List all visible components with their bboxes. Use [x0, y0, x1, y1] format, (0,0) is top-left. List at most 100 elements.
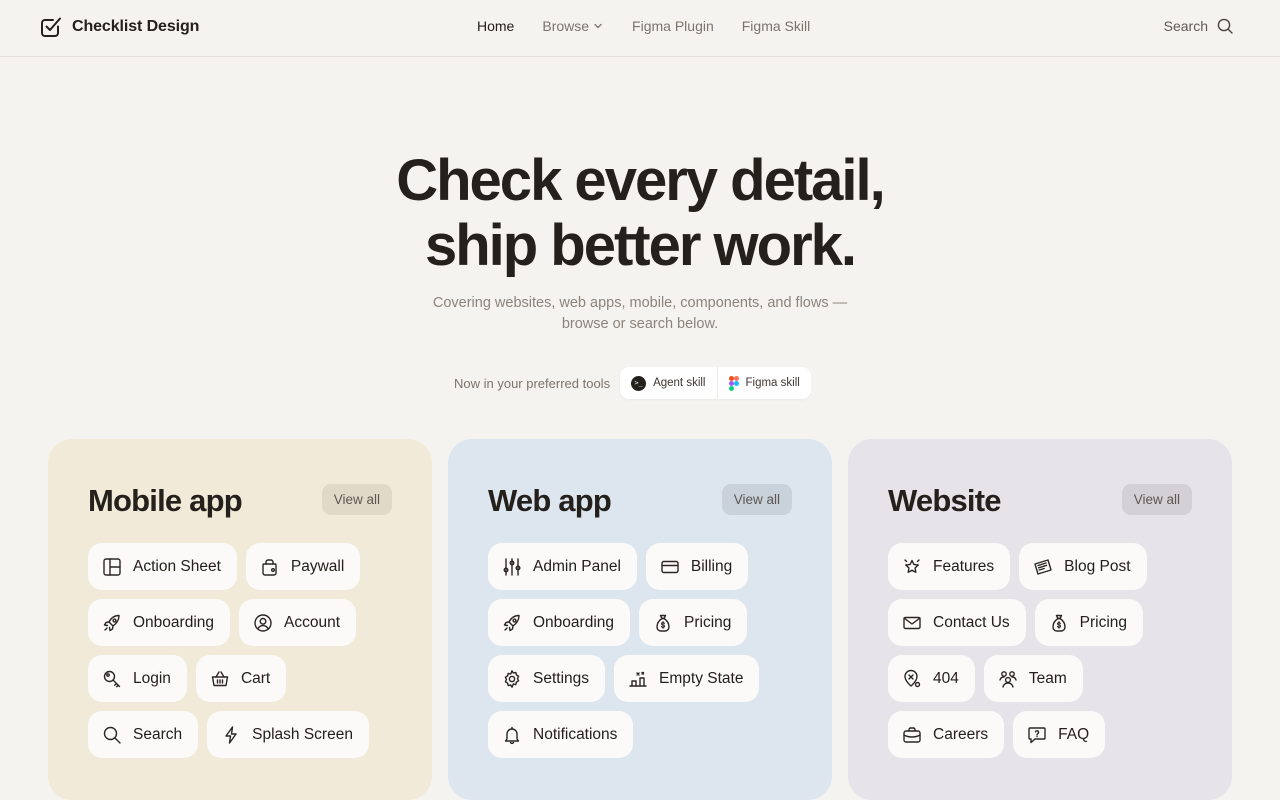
chip-team[interactable]: Team: [983, 655, 1083, 702]
card-title: Website: [888, 483, 1002, 518]
blog-icon: [1034, 558, 1052, 575]
account-icon: [254, 613, 272, 632]
chip-label: Contact Us: [933, 613, 1010, 631]
chip-empty-state[interactable]: Empty State: [614, 655, 760, 702]
basket-icon: [211, 670, 229, 686]
chip-label: Action Sheet: [133, 557, 221, 575]
mail-icon: [903, 616, 921, 629]
chip-cart[interactable]: Cart: [195, 655, 287, 702]
agent-skill-label: Agent skill: [653, 377, 706, 389]
nav-figma-skill[interactable]: Figma Skill: [742, 18, 810, 34]
view-all-button[interactable]: View all: [721, 484, 792, 515]
hero-subtitle-line-2: browse or search below.: [561, 316, 719, 332]
nav-figma-plugin[interactable]: Figma Plugin: [632, 18, 714, 34]
brand-name: Checklist Design: [72, 18, 200, 35]
chip-label: Empty State: [659, 669, 744, 687]
agent-skill-button[interactable]: >_ Agent skill: [620, 367, 716, 399]
chip-notifications[interactable]: Notifications: [488, 711, 634, 758]
card-title: Web app: [488, 483, 612, 518]
empty-state-icon: [629, 671, 647, 687]
faq-icon: [1028, 726, 1046, 743]
chip-list: Admin Panel Billing Onboarding Pricing S…: [488, 543, 798, 758]
chip-label: Pricing: [684, 613, 732, 631]
chip-pricing[interactable]: Pricing: [1034, 599, 1144, 646]
chip-label: Team: [1028, 669, 1067, 687]
chip-label: Notifications: [533, 725, 618, 743]
hero-title-line-1: Check every detail,: [396, 148, 886, 213]
hero-title-line-2: ship better work.: [424, 213, 857, 278]
figma-skill-button[interactable]: Figma skill: [716, 367, 811, 399]
nav-home[interactable]: Home: [477, 18, 514, 34]
chip-features[interactable]: Features: [888, 543, 1011, 590]
tools-row: Now in your preferred tools >_ Agent ski…: [454, 367, 811, 399]
chip-paywall[interactable]: Paywall: [245, 543, 361, 590]
chip-label: 404: [933, 669, 959, 687]
chip-label: Pricing: [1079, 613, 1128, 631]
card-icon: [661, 560, 679, 573]
chip-search[interactable]: Search: [88, 711, 199, 758]
chip-label: Search: [133, 725, 183, 743]
map-pin-icon: [904, 669, 921, 687]
figma-skill-label: Figma skill: [745, 377, 800, 389]
mobile-app-card: Mobile app View all Action Sheet Paywall…: [48, 439, 432, 800]
chip-label: Paywall: [290, 557, 345, 575]
chip-faq[interactable]: FAQ: [1013, 711, 1106, 758]
chip-settings[interactable]: Settings: [488, 655, 606, 702]
chip-login[interactable]: Login: [88, 655, 187, 702]
figma-icon: [728, 375, 739, 391]
nav-browse-label: Browse: [542, 18, 590, 34]
money-bag-icon: [656, 614, 670, 632]
search-button[interactable]: Search: [1164, 17, 1234, 35]
chip-label: Features: [933, 557, 995, 575]
chip-action-sheet[interactable]: Action Sheet: [88, 543, 237, 590]
tools-label: Now in your preferred tools: [454, 375, 611, 391]
gear-icon: [504, 669, 520, 688]
chip-careers[interactable]: Careers: [888, 711, 1005, 758]
paywall-icon: [262, 558, 277, 576]
rocket-icon: [503, 614, 520, 631]
chip-label: Splash Screen: [252, 725, 353, 743]
chevron-down-icon: [594, 23, 602, 29]
team-icon: [999, 670, 1017, 688]
hero-subtitle-line-1: Covering websites, web apps, mobile, com…: [432, 295, 848, 311]
chip-label: Account: [284, 613, 341, 631]
bell-icon: [504, 726, 520, 744]
chip-list: Action Sheet Paywall Onboarding Account …: [88, 543, 398, 758]
chip-label: Careers: [933, 725, 989, 743]
chip-label: Onboarding: [133, 613, 215, 631]
chip-contact-us[interactable]: Contact Us: [888, 599, 1026, 646]
chip-onboarding[interactable]: Onboarding: [88, 599, 231, 646]
card-title: Mobile app: [88, 483, 243, 518]
chip-billing[interactable]: Billing: [645, 543, 749, 590]
main-nav: Home Browse Figma Plugin Figma Skill: [477, 18, 810, 34]
star-icon: [904, 558, 920, 573]
chip-pricing[interactable]: Pricing: [639, 599, 748, 646]
hero-title: Check every detail, ship better work.: [0, 148, 1280, 278]
chip-onboarding[interactable]: Onboarding: [488, 599, 631, 646]
chip-account[interactable]: Account: [239, 599, 357, 646]
bolt-icon: [225, 725, 237, 744]
chip-label: Settings: [533, 669, 590, 687]
view-all-button[interactable]: View all: [321, 484, 392, 515]
chip-blog-post[interactable]: Blog Post: [1019, 543, 1147, 590]
money-bag-icon: [1051, 614, 1066, 632]
terminal-icon: >_: [631, 375, 647, 391]
chip-404[interactable]: 404: [888, 655, 975, 702]
chip-admin-panel[interactable]: Admin Panel: [488, 543, 637, 590]
view-all-button[interactable]: View all: [1121, 484, 1192, 515]
chip-splash-screen[interactable]: Splash Screen: [207, 711, 369, 758]
chip-label: Billing: [690, 557, 733, 575]
tools-button-group: >_ Agent skill Figma skill: [620, 367, 811, 399]
chip-label: FAQ: [1058, 725, 1090, 743]
nav-browse[interactable]: Browse: [542, 18, 603, 34]
chip-label: Onboarding: [533, 613, 615, 631]
website-card: Website View all Features Blog Post Cont…: [848, 439, 1232, 800]
site-header: Checklist Design Home Browse Figma Plugi…: [0, 0, 1280, 57]
brand-link[interactable]: Checklist Design: [39, 15, 199, 39]
web-app-card: Web app View all Admin Panel Billing Onb…: [448, 439, 832, 800]
checkbox-logo-icon: [41, 17, 61, 37]
search-icon: [1217, 18, 1233, 34]
chip-label: Login: [133, 669, 171, 687]
chip-list: Features Blog Post Contact Us Pricing 40…: [888, 543, 1198, 758]
briefcase-icon: [903, 726, 921, 743]
